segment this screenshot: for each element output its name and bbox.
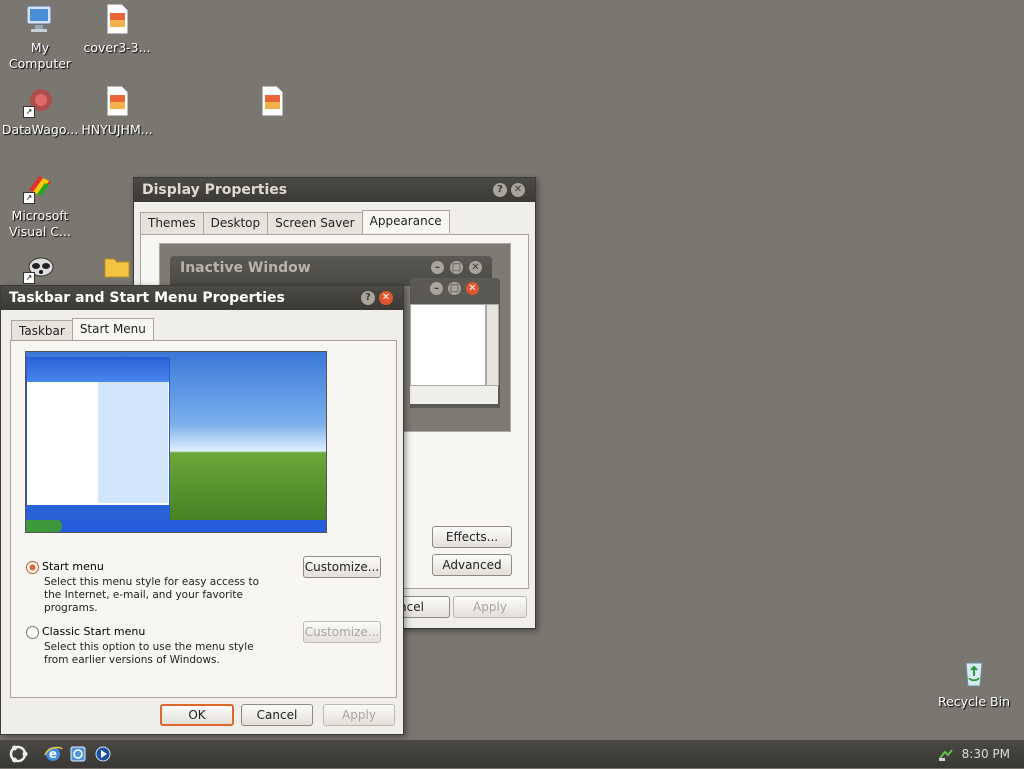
quicklaunch-media-player[interactable] bbox=[93, 744, 113, 764]
preview-taskbar bbox=[26, 520, 326, 532]
preview-start-menu-header bbox=[27, 358, 169, 382]
tab-desktop[interactable]: Desktop bbox=[202, 212, 269, 235]
quicklaunch-outlook-express[interactable] bbox=[68, 744, 88, 764]
datawagon-icon: ↗ bbox=[23, 84, 57, 118]
preview-window-body bbox=[410, 304, 499, 404]
start-menu-customize-button[interactable]: Customize... bbox=[303, 556, 381, 578]
tab-screen-saver[interactable]: Screen Saver bbox=[267, 212, 363, 235]
raccoon-icon: ↗ bbox=[23, 250, 57, 284]
desktop-icon-label: Microsoft Visual C... bbox=[9, 208, 71, 239]
inactive-window-title: Inactive Window bbox=[180, 260, 311, 276]
apply-button[interactable]: Apply bbox=[323, 704, 395, 726]
preview-scrollbar bbox=[486, 304, 499, 386]
shortcut-arrow-icon: ↗ bbox=[23, 192, 35, 204]
desktop-icon-label: My Computer bbox=[8, 40, 72, 71]
apply-button[interactable]: Apply bbox=[453, 596, 527, 618]
close-icon: ✕ bbox=[469, 261, 482, 274]
network-icon bbox=[939, 749, 953, 761]
desktop-icon-label: cover3-3... bbox=[83, 40, 151, 55]
close-button[interactable]: ✕ bbox=[379, 291, 393, 305]
cancel-button[interactable]: Cancel bbox=[241, 704, 313, 726]
start-menu-radio[interactable] bbox=[26, 561, 39, 574]
desktop-icon-recycle-bin[interactable]: Recycle Bin bbox=[934, 656, 1014, 710]
preview-start-menu-right-column bbox=[98, 382, 168, 503]
desktop-icon-raccoon[interactable]: ↗ bbox=[0, 250, 80, 288]
taskbar-start-menu-properties-window: Taskbar and Start Menu Properties ? ✕ Ta… bbox=[0, 285, 404, 735]
desktop-icon-cover3[interactable]: cover3-3... bbox=[77, 2, 157, 56]
shortcut-arrow-icon: ↗ bbox=[23, 272, 35, 284]
image-file-icon bbox=[100, 2, 134, 36]
classic-start-menu-radio[interactable] bbox=[26, 626, 39, 639]
image-file-icon bbox=[255, 84, 289, 118]
clock[interactable]: 8:30 PM bbox=[962, 747, 1010, 761]
close-icon: ✕ bbox=[466, 282, 479, 295]
email-icon bbox=[70, 746, 86, 762]
ok-button[interactable]: OK bbox=[160, 704, 234, 726]
preview-start-menu bbox=[26, 357, 170, 522]
computer-icon bbox=[23, 2, 57, 36]
maximize-icon: □ bbox=[450, 261, 463, 274]
preview-text-area bbox=[410, 304, 486, 386]
recycle-bin-icon bbox=[957, 656, 991, 690]
desktop-icon-hnyujhm[interactable]: HNYUJHM... bbox=[77, 84, 157, 138]
tab-themes[interactable]: Themes bbox=[140, 212, 204, 235]
desktop-icon-label: Recycle Bin bbox=[937, 694, 1011, 709]
minimize-icon: – bbox=[430, 282, 443, 295]
desktop-icon-label: HNYUJHM... bbox=[81, 122, 153, 137]
shortcut-arrow-icon: ↗ bbox=[23, 106, 35, 118]
preview-start-menu-footer bbox=[27, 505, 169, 521]
minimize-icon: – bbox=[431, 261, 444, 274]
folder-icon bbox=[100, 250, 134, 284]
close-button[interactable]: ✕ bbox=[511, 183, 525, 197]
taskbar: e 8:30 PM bbox=[0, 740, 1024, 768]
active-window-preview: – □ ✕ bbox=[410, 278, 500, 408]
classic-start-menu-option-description: Select this option to use the menu style… bbox=[44, 641, 254, 666]
quicklaunch-internet-explorer[interactable]: e bbox=[43, 744, 63, 764]
classic-customize-button[interactable]: Customize... bbox=[303, 621, 381, 643]
desktop-icon-label: DataWago... bbox=[1, 122, 79, 137]
window-title: Display Properties bbox=[142, 182, 288, 198]
image-file-icon bbox=[100, 84, 134, 118]
help-button[interactable]: ? bbox=[361, 291, 375, 305]
desktop-icon-datawagon[interactable]: ↗ DataWago... bbox=[0, 84, 80, 138]
classic-start-menu-option-label[interactable]: Classic Start menu bbox=[42, 625, 145, 638]
ubuntu-logo-icon bbox=[9, 745, 28, 763]
maximize-icon: □ bbox=[448, 282, 461, 295]
tab-start-menu[interactable]: Start Menu bbox=[71, 318, 154, 341]
display-properties-titlebar[interactable]: Display Properties ? ✕ bbox=[134, 178, 535, 202]
taskbar-properties-titlebar[interactable]: Taskbar and Start Menu Properties ? ✕ bbox=[1, 286, 403, 310]
window-title: Taskbar and Start Menu Properties bbox=[9, 290, 285, 306]
tray-network-icon[interactable] bbox=[938, 746, 954, 762]
preview-start-button bbox=[26, 520, 62, 532]
desktop-icon-unnamed-file[interactable] bbox=[232, 84, 312, 122]
tab-appearance[interactable]: Appearance bbox=[361, 210, 450, 233]
media-player-icon bbox=[95, 746, 111, 762]
help-button[interactable]: ? bbox=[493, 183, 507, 197]
advanced-button[interactable]: Advanced bbox=[432, 554, 512, 576]
start-menu-preview bbox=[25, 351, 327, 533]
start-menu-option-label[interactable]: Start menu bbox=[42, 560, 104, 573]
start-menu-panel: Start menu Select this menu style for ea… bbox=[10, 340, 397, 698]
effects-button[interactable]: Effects... bbox=[432, 526, 512, 548]
desktop-icon-my-computer[interactable]: My Computer bbox=[0, 2, 80, 72]
start-menu-option-description: Select this menu style for easy access t… bbox=[44, 576, 260, 614]
desktop-icon-microsoft-visual-c[interactable]: ↗ Microsoft Visual C... bbox=[0, 170, 80, 240]
visual-studio-icon: ↗ bbox=[23, 170, 57, 204]
internet-explorer-icon: e bbox=[44, 746, 63, 761]
start-button[interactable] bbox=[4, 742, 32, 766]
